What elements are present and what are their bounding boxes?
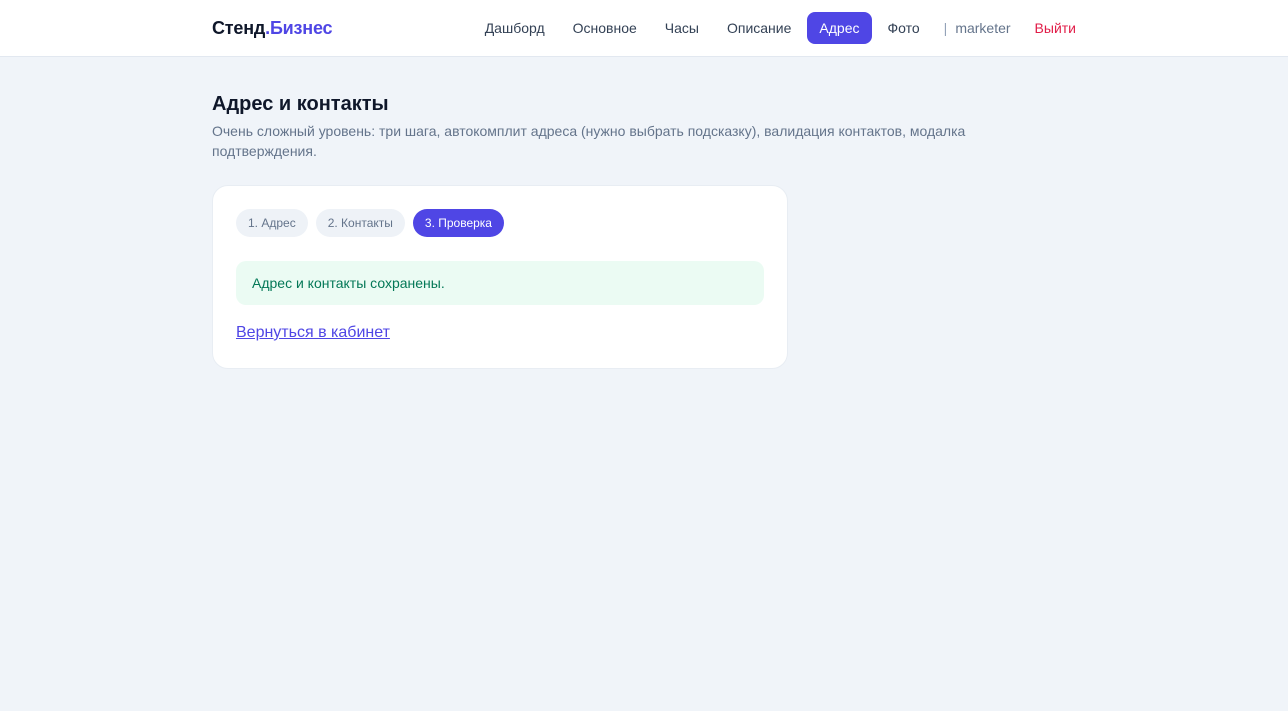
step-address[interactable]: 1. Адрес [236,209,308,237]
nav-item-basic[interactable]: Основное [561,12,649,44]
brand-logo[interactable]: Стенд.Бизнес [212,17,333,39]
page-description: Очень сложный уровень: три шага, автоком… [212,123,966,159]
success-alert: Адрес и контакты сохранены. [236,261,764,305]
brand-name-part1: Стенд [212,18,266,38]
nav-separator: | [943,20,948,36]
back-to-dashboard-link[interactable]: Вернуться в кабинет [236,323,390,343]
nav-item-address[interactable]: Адрес [807,12,872,44]
top-navbar: Стенд.Бизнес Дашборд Основное Часы Описа… [0,0,1288,57]
main-nav: Дашборд Основное Часы Описание Адрес Фот… [469,12,1076,44]
logout-link[interactable]: Выйти [1035,12,1076,44]
brand-name-part2: Бизнес [269,18,333,38]
page-title: Адрес и контакты [212,93,389,115]
nav-item-dashboard[interactable]: Дашборд [473,12,557,44]
step-contacts[interactable]: 2. Контакты [315,209,405,237]
nav-item-photo[interactable]: Фото [876,12,932,44]
nav-item-description[interactable]: Описание [715,12,803,44]
step-review[interactable]: 3. Проверка [412,209,504,237]
wizard-steps: 1. Адрес 2. Контакты 3. Проверка [236,209,512,237]
current-username: marketer [955,20,1011,36]
address-wizard-card: 1. Адрес 2. Контакты 3. Проверка Адрес и… [212,185,788,369]
nav-item-hours[interactable]: Часы [653,12,711,44]
